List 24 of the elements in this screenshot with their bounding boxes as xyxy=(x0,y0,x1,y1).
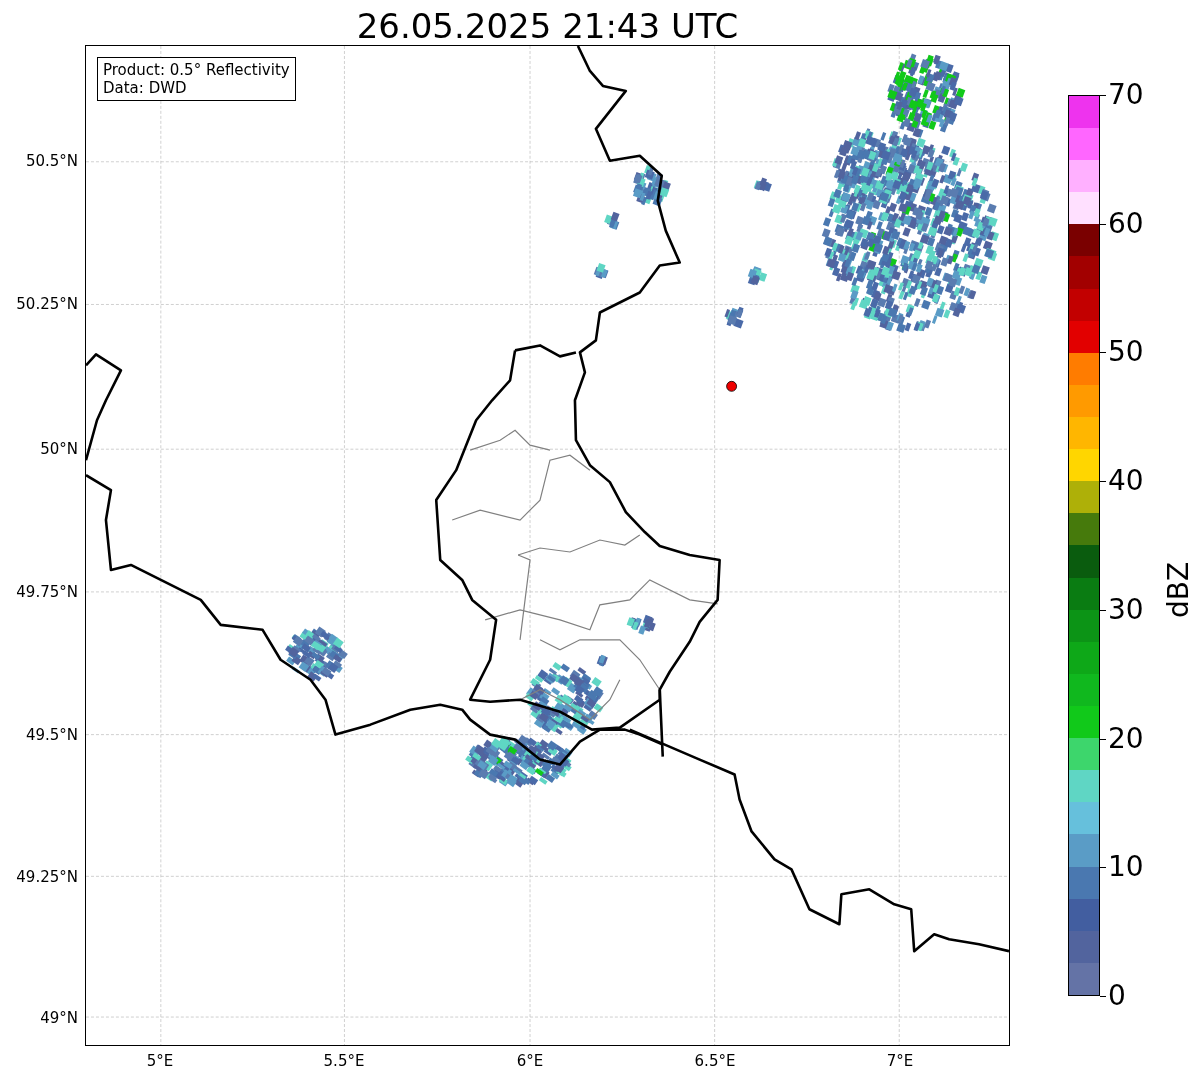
x-tick-label: 6°E xyxy=(516,1052,544,1070)
x-tick-label: 6.5°E xyxy=(694,1052,736,1070)
colorbar-tick-label: 60 xyxy=(1108,209,1144,238)
y-tick-label: 50.25°N xyxy=(16,295,78,313)
colorbar-tick-label: 10 xyxy=(1108,853,1144,882)
x-tick-label: 7°E xyxy=(886,1052,914,1070)
colorbar-tick-label: 0 xyxy=(1108,982,1126,1010)
y-tick-label: 50.5°N xyxy=(25,152,78,170)
colorbar-tick-label: 20 xyxy=(1108,724,1144,753)
x-tick-label: 5°E xyxy=(146,1052,174,1070)
info-text: Data: DWD xyxy=(103,79,188,97)
colorbar-tick-label: 30 xyxy=(1108,595,1144,624)
colorbar-tick-label: 40 xyxy=(1108,467,1144,496)
y-tick-label: 49.25°N xyxy=(16,868,78,886)
chart-title: 26.05.2025 21:43 UTC xyxy=(356,9,739,45)
x-tick-label: 5.5°E xyxy=(323,1052,365,1070)
y-tick-label: 49.75°N xyxy=(16,583,78,601)
colorbar-tick-label: 70 xyxy=(1108,81,1144,109)
y-tick-label: 49°N xyxy=(40,1009,78,1027)
colorbar-tick-label: 50 xyxy=(1108,338,1144,367)
y-tick-label: 49.5°N xyxy=(25,726,78,744)
colorbar-label: dBZ xyxy=(1161,561,1195,619)
y-tick-label: 50°N xyxy=(40,440,78,458)
info-text: Product: 0.5° Reflectivity xyxy=(103,61,290,79)
